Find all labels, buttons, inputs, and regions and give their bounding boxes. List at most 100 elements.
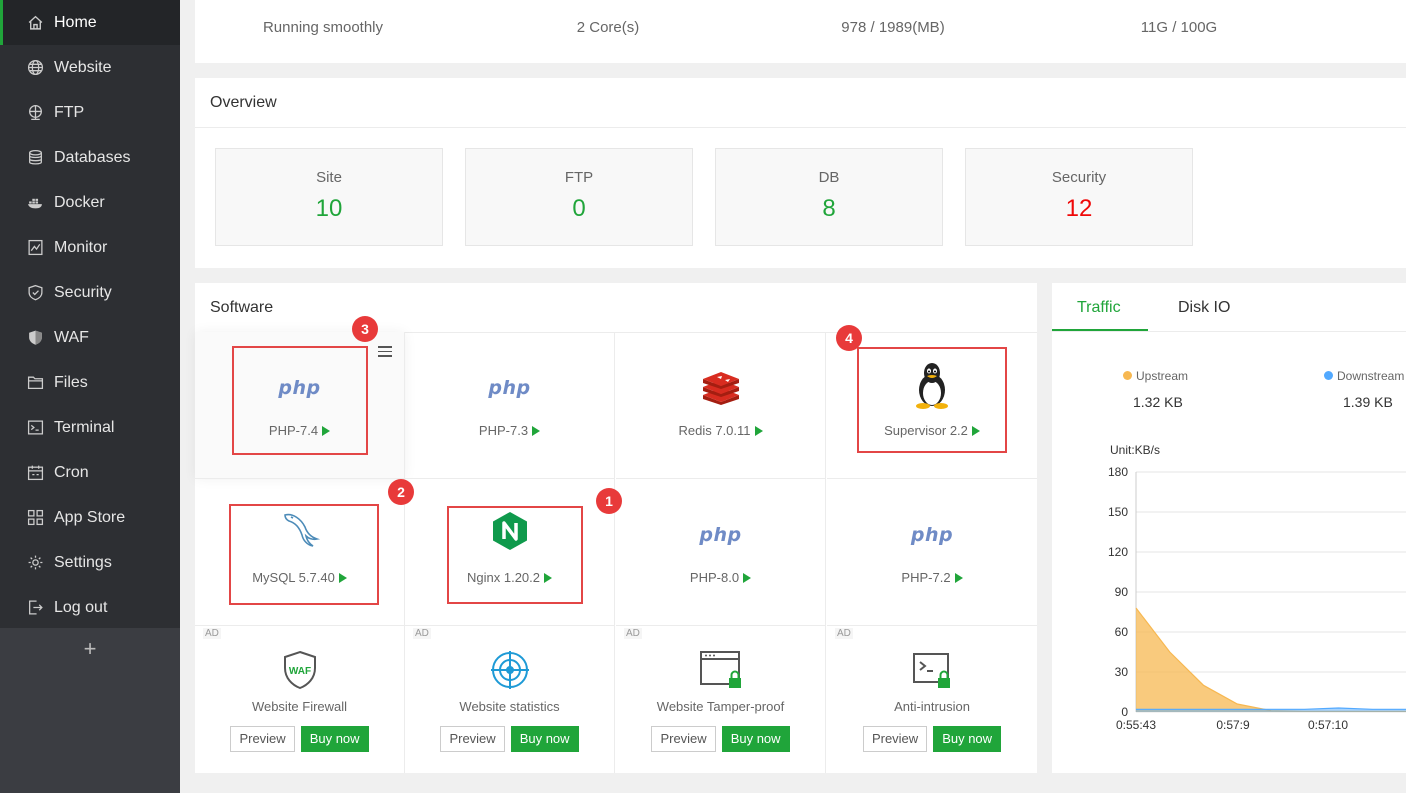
software-name[interactable]: PHP-7.2 <box>827 570 1037 585</box>
legend-upstream[interactable]: Upstream <box>1123 369 1188 383</box>
software-item-php74[interactable]: php PHP-7.4 <box>195 332 405 479</box>
annotation-badge: 1 <box>596 488 622 514</box>
legend-downstream[interactable]: Downstream <box>1324 369 1404 383</box>
preview-button[interactable]: Preview <box>862 726 928 752</box>
traffic-card: Traffic Disk IO Upstream 1.32 KB Downstr… <box>1052 283 1406 773</box>
play-icon[interactable] <box>971 426 980 436</box>
sidebar-item-cron[interactable]: Cron <box>0 450 180 495</box>
preview-button[interactable]: Preview <box>440 726 505 752</box>
docker-icon <box>27 194 44 211</box>
monitor-icon <box>27 239 44 256</box>
software-item-supervisor[interactable]: Supervisor 2.2 <box>827 332 1037 479</box>
software-item-php73[interactable]: php PHP-7.3 <box>405 332 615 479</box>
y-tick-label: 30 <box>1115 665 1129 679</box>
y-tick-label: 150 <box>1108 505 1128 519</box>
sidebar-item-ftp[interactable]: FTP <box>0 90 180 135</box>
ad-name: Anti-intrusion <box>894 699 970 714</box>
software-name[interactable]: Nginx 1.20.2 <box>405 570 614 585</box>
upstream-value: 1.32 KB <box>1133 394 1183 410</box>
software-name[interactable]: PHP-7.4 <box>195 423 404 438</box>
buy-now-button[interactable]: Buy now <box>300 726 369 752</box>
sidebar-item-website[interactable]: Website <box>0 45 180 90</box>
add-menu-button[interactable]: + <box>0 628 180 670</box>
buy-now-button[interactable]: Buy now <box>510 726 579 752</box>
sidebar-item-docker[interactable]: Docker <box>0 180 180 225</box>
redis-logo-icon <box>616 368 825 408</box>
sidebar-item-label: App Store <box>54 508 126 526</box>
play-icon[interactable] <box>338 573 347 583</box>
grid-icon <box>27 509 44 526</box>
sidebar-item-app-store[interactable]: App Store <box>0 495 180 540</box>
software-name[interactable]: Redis 7.0.11 <box>616 423 825 438</box>
play-icon[interactable] <box>743 573 752 583</box>
y-tick-label: 60 <box>1115 625 1129 639</box>
ad-tag: AD <box>203 628 221 639</box>
status-card: Running smoothly 2 Core(s) 978 / 1989(MB… <box>195 0 1406 63</box>
menu-icon[interactable] <box>378 346 392 360</box>
y-tick-label: 90 <box>1115 585 1129 599</box>
overview-label: Site <box>316 169 342 186</box>
play-icon[interactable] <box>954 573 963 583</box>
software-item-php80[interactable]: php PHP-8.0 <box>616 479 826 626</box>
load-status: Running smoothly <box>262 19 384 36</box>
overview-security[interactable]: Security 12 <box>965 148 1193 246</box>
php-logo-icon: php <box>488 377 531 399</box>
tab-disk-io[interactable]: Disk IO <box>1178 299 1230 317</box>
ad-anti-intrusion: AD Anti-intrusion Preview Buy now <box>827 626 1037 773</box>
sidebar-item-files[interactable]: Files <box>0 360 180 405</box>
overview-value[interactable]: 8 <box>716 195 942 223</box>
sidebar-item-terminal[interactable]: Terminal <box>0 405 180 450</box>
cpu-status: 2 Core(s) <box>576 19 640 36</box>
ad-name: Website statistics <box>459 699 560 714</box>
sidebar-item-label: Security <box>54 283 112 301</box>
sidebar: Home Website FTP Databases Docker Monito… <box>0 0 180 793</box>
mysql-dolphin-icon <box>195 509 404 549</box>
software-title: Software <box>210 299 274 316</box>
preview-button[interactable]: Preview <box>230 726 295 752</box>
play-icon[interactable] <box>754 426 763 436</box>
software-name[interactable]: MySQL 5.7.40 <box>195 570 404 585</box>
buy-now-button[interactable]: Buy now <box>721 726 790 752</box>
software-name[interactable]: PHP-8.0 <box>616 570 825 585</box>
tab-traffic[interactable]: Traffic <box>1077 299 1121 317</box>
overview-ftp[interactable]: FTP 0 <box>465 148 693 246</box>
overview-value[interactable]: 12 <box>966 195 1192 223</box>
divider <box>195 127 1406 128</box>
overview-db[interactable]: DB 8 <box>715 148 943 246</box>
ad-tag: AD <box>413 628 431 639</box>
play-icon[interactable] <box>532 426 541 436</box>
software-name[interactable]: Supervisor 2.2 <box>827 423 1037 438</box>
database-icon <box>27 149 44 166</box>
linux-penguin-icon <box>827 360 1037 410</box>
overview-site[interactable]: Site 10 <box>215 148 443 246</box>
preview-button[interactable]: Preview <box>651 726 716 752</box>
software-item-nginx[interactable]: Nginx 1.20.2 <box>405 479 615 626</box>
buy-now-button[interactable]: Buy now <box>933 726 1002 752</box>
ad-name: Website Firewall <box>251 699 348 714</box>
ad-website-firewall: AD WAF Website Firewall Preview Buy now <box>195 626 405 773</box>
play-icon[interactable] <box>322 426 331 436</box>
annotation-badge: 2 <box>388 479 414 505</box>
sidebar-item-monitor[interactable]: Monitor <box>0 225 180 270</box>
sidebar-item-security[interactable]: Security <box>0 270 180 315</box>
memory-status: 978 / 1989(MB) <box>841 19 945 36</box>
globe-icon <box>27 59 44 76</box>
software-item-redis[interactable]: Redis 7.0.11 <box>616 332 826 479</box>
software-item-mysql[interactable]: MySQL 5.7.40 <box>195 479 405 626</box>
folder-icon <box>27 374 44 391</box>
y-tick-label: 120 <box>1108 545 1128 559</box>
ftp-icon <box>27 104 44 121</box>
sidebar-item-settings[interactable]: Settings <box>0 540 180 585</box>
overview-value[interactable]: 10 <box>216 195 442 223</box>
play-icon[interactable] <box>544 573 552 583</box>
software-name[interactable]: PHP-7.3 <box>405 423 614 438</box>
sidebar-item-logout[interactable]: Log out <box>0 585 180 630</box>
software-item-php72[interactable]: php PHP-7.2 <box>827 479 1037 626</box>
sidebar-item-waf[interactable]: WAF <box>0 315 180 360</box>
browser-lock-icon <box>616 650 825 690</box>
sidebar-item-home[interactable]: Home <box>0 0 180 45</box>
sidebar-item-databases[interactable]: Databases <box>0 135 180 180</box>
ad-name: Website Tamper-proof <box>656 699 785 714</box>
overview-value[interactable]: 0 <box>466 195 692 223</box>
main-content: Running smoothly 2 Core(s) 978 / 1989(MB… <box>180 0 1406 793</box>
